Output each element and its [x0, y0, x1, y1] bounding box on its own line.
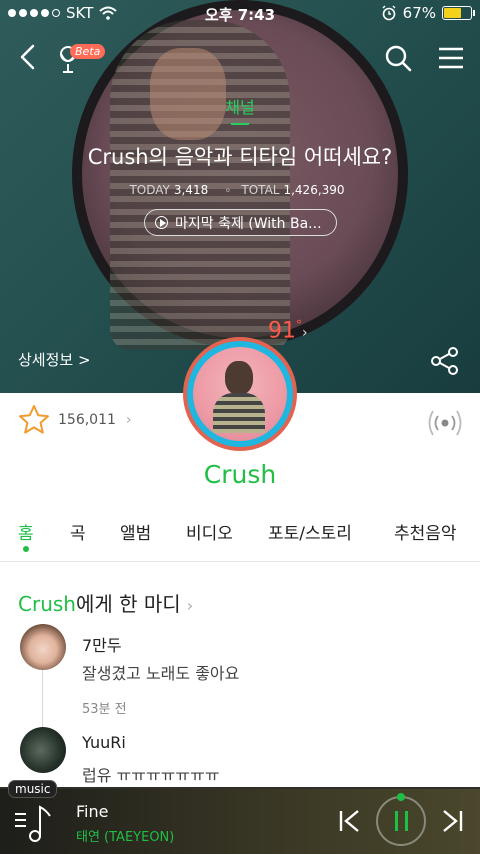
comment-avatar[interactable] — [20, 624, 66, 670]
tab-videos[interactable]: 비디오 — [186, 519, 233, 544]
detail-info-link[interactable]: 상세정보 > — [18, 349, 91, 370]
tab-albums[interactable]: 앨범 — [120, 519, 151, 544]
comment-text: 럽유 ㅠㅠㅠㅠㅠㅠㅠ — [82, 766, 220, 785]
share-icon[interactable] — [430, 346, 460, 376]
track-artist[interactable]: 태연 (TAEYEON) — [76, 826, 174, 845]
music-note-playlist-icon[interactable] — [14, 804, 52, 844]
search-icon[interactable] — [384, 44, 412, 72]
broadcast-icon[interactable] — [426, 404, 464, 442]
pause-button[interactable] — [376, 796, 426, 846]
comment-text: 잘생겼고 노래도 좋아요 — [82, 664, 240, 683]
battery-icon — [442, 6, 475, 20]
artist-name: Crush — [203, 460, 277, 489]
channel-title: Crush의 음악과 티타임 어떠세요? — [87, 145, 393, 169]
comment-user[interactable]: YuuRi — [82, 733, 126, 752]
total-label: TOTAL — [241, 183, 280, 197]
comments-title-artist: Crush — [18, 592, 76, 616]
playback-progress-dot[interactable] — [397, 793, 405, 801]
chevron-right-icon: › — [186, 596, 194, 615]
channel-underline — [231, 123, 249, 125]
music-tag: music — [8, 780, 58, 798]
artist-avatar[interactable] — [183, 337, 297, 451]
tab-home[interactable]: 홈 — [18, 519, 34, 544]
active-tab-indicator — [23, 546, 29, 552]
battery-percent: 67% — [402, 4, 436, 22]
beta-badge: Beta — [70, 44, 106, 59]
music-temperature[interactable]: 91° — [268, 318, 302, 343]
back-icon[interactable] — [14, 42, 44, 72]
tab-bar: 홈 곡 앨범 비디오 포토/스토리 추천음악 — [0, 514, 480, 562]
play-icon — [155, 216, 168, 229]
today-label: TODAY — [129, 183, 170, 197]
tab-songs[interactable]: 곡 — [70, 519, 86, 544]
chevron-right-icon: › — [125, 412, 132, 428]
chevron-right-icon: › — [302, 325, 308, 341]
comment-thread-line — [42, 668, 43, 732]
alarm-icon — [382, 5, 396, 21]
tab-photo-story[interactable]: 포토/스토리 — [268, 519, 352, 544]
track-title[interactable]: Fine — [76, 802, 108, 821]
skip-previous-icon[interactable] — [338, 808, 362, 834]
temperature-value: 91 — [268, 318, 296, 344]
favorite-row[interactable]: 156,011 › — [18, 404, 132, 436]
comments-title-rest: 에게 한 마디 — [75, 592, 181, 616]
comment-user[interactable]: 7만두 — [82, 632, 122, 656]
comment-time: 53분 전 — [82, 702, 127, 717]
total-count: 1,426,390 — [283, 183, 345, 197]
channel-tag: 채널 — [225, 98, 255, 117]
status-bar: SKT 오후 7:43 67% — [0, 0, 480, 26]
hamburger-menu-icon[interactable] — [438, 46, 464, 70]
favorite-count: 156,011 — [58, 412, 116, 428]
visit-stats: TODAY 3,418 ∘ TOTAL 1,426,390 — [129, 183, 345, 197]
comments-section-title[interactable]: Crush에게 한 마디 › — [18, 588, 193, 617]
now-playing-chip[interactable]: 마지막 축제 (With Ba... — [144, 209, 337, 236]
star-icon[interactable] — [18, 404, 50, 436]
now-playing-label: 마지막 축제 (With Ba... — [175, 215, 322, 232]
skip-next-icon[interactable] — [440, 808, 464, 834]
player-progress-track — [0, 787, 480, 789]
today-count: 3,418 — [173, 183, 209, 197]
tab-recommended[interactable]: 추천음악 — [394, 519, 457, 544]
pause-icon — [395, 811, 398, 831]
comment-avatar[interactable] — [20, 727, 66, 773]
